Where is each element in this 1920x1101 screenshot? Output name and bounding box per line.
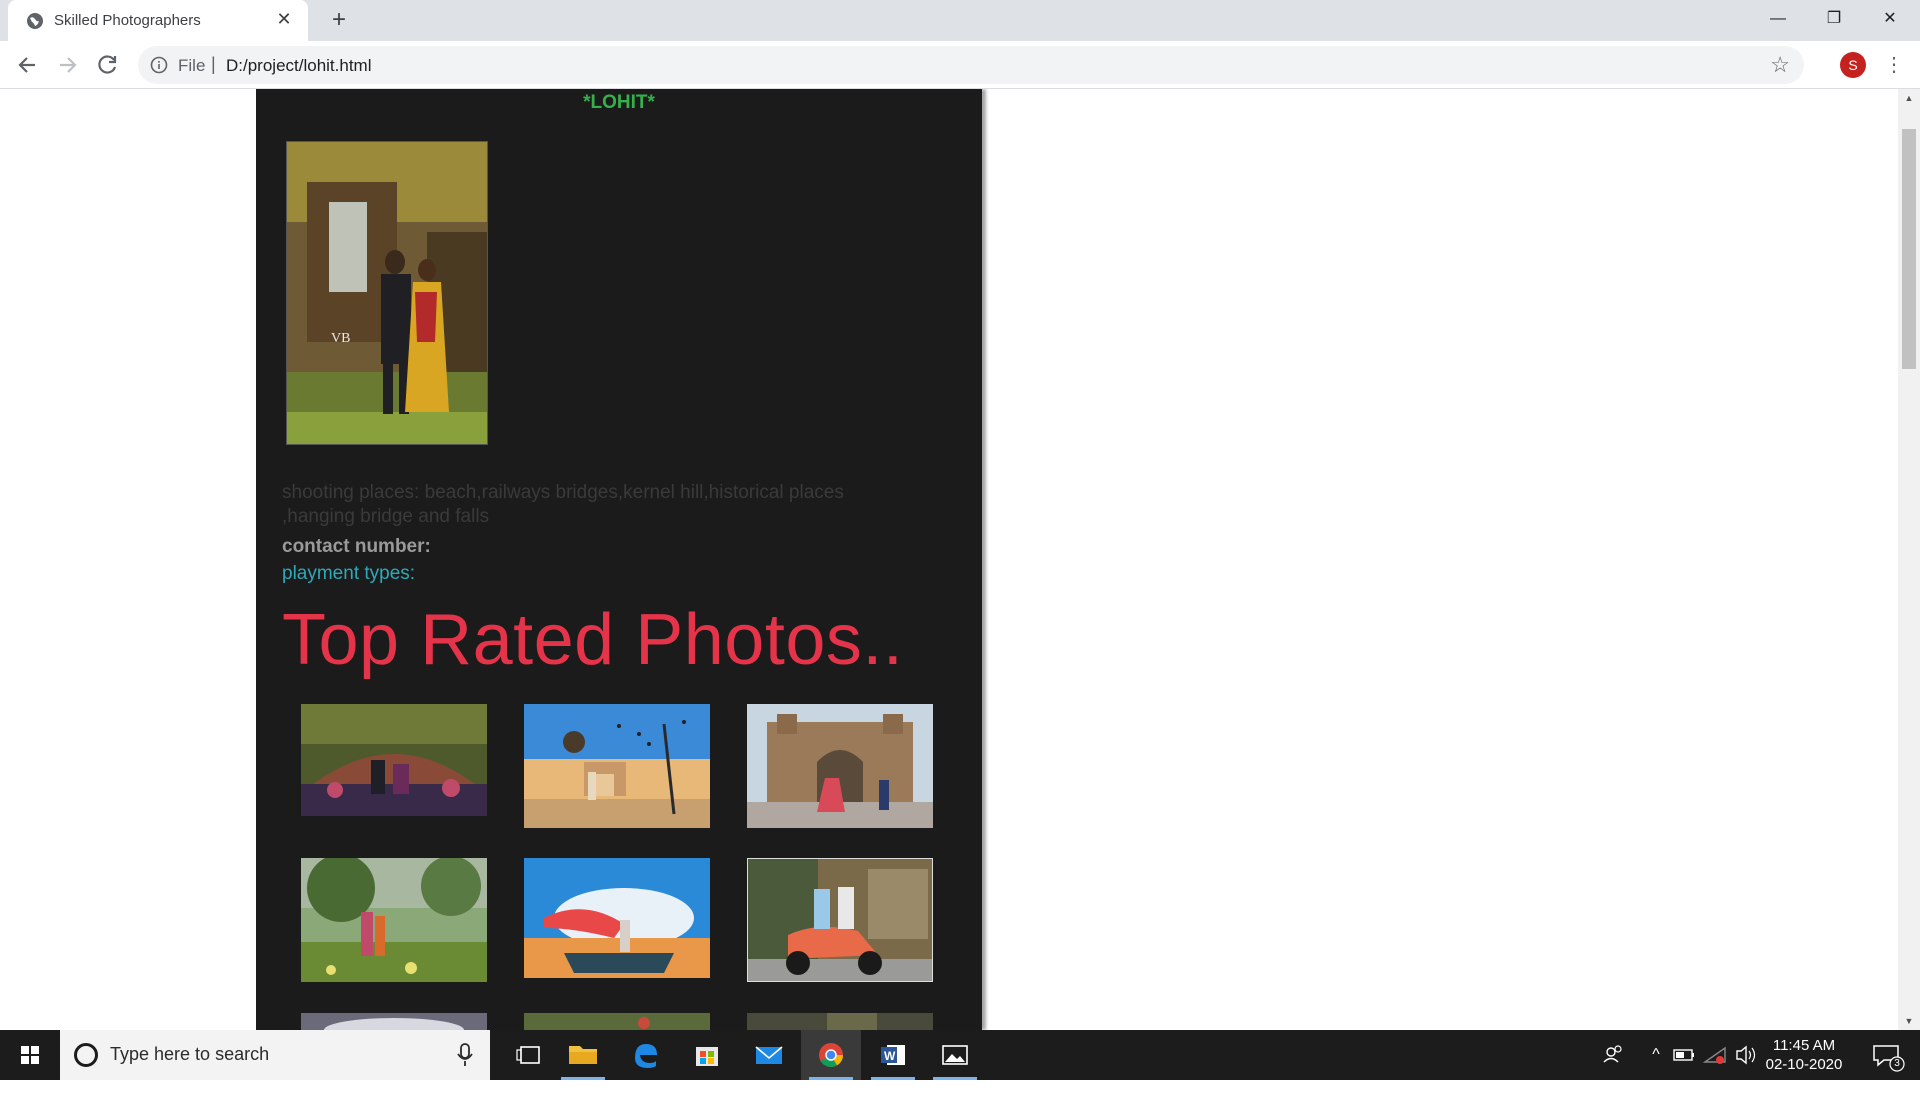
page-scrollbar[interactable]: ▲ ▼: [1898, 89, 1920, 1030]
task-view-icon[interactable]: [500, 1030, 560, 1080]
cortana-icon: [74, 1043, 98, 1067]
hero-photo: VB: [286, 141, 488, 445]
scroll-down-arrow-icon[interactable]: ▼: [1898, 1012, 1920, 1030]
clock-time: 11:45 AM: [1772, 1037, 1836, 1054]
tab-close-icon[interactable]: ✕: [274, 9, 294, 29]
action-center-icon[interactable]: 3: [1864, 1030, 1910, 1080]
address-bar[interactable]: File | D:/project/lohit.html ☆: [138, 46, 1804, 84]
svg-text:W: W: [884, 1049, 896, 1063]
scroll-up-arrow-icon[interactable]: ▲: [1898, 89, 1920, 107]
reload-icon[interactable]: [94, 51, 122, 79]
photos-icon[interactable]: [925, 1030, 985, 1080]
back-arrow-icon[interactable]: [13, 51, 41, 79]
gallery-photo[interactable]: [301, 704, 487, 816]
info-icon[interactable]: [150, 56, 168, 74]
tab-strip: Skilled Photographers ✕ + — ❐ ✕: [0, 0, 1920, 41]
chrome-icon[interactable]: [801, 1030, 861, 1080]
scrollbar-thumb[interactable]: [1902, 129, 1916, 369]
browser-menu-icon[interactable]: ⋮: [1884, 51, 1904, 79]
gallery-photo[interactable]: [747, 704, 933, 828]
shooting-places-text: shooting places: beach,railways bridges,…: [282, 482, 844, 527]
battery-icon[interactable]: [1670, 1030, 1698, 1080]
top-rated-heading: Top Rated Photos..: [282, 600, 904, 680]
clock-date: 02-10-2020: [1765, 1056, 1843, 1073]
tab-title: Skilled Photographers: [54, 12, 201, 29]
address-url[interactable]: D:/project/lohit.html: [226, 56, 372, 76]
contact-number-label: contact number:: [282, 536, 431, 557]
notification-count: 3: [1894, 1058, 1900, 1069]
browser-toolbar: File | D:/project/lohit.html ☆ S ⋮: [0, 41, 1920, 89]
gallery-photo[interactable]: [747, 1013, 933, 1030]
speaker-icon[interactable]: [1732, 1030, 1760, 1080]
windows-taskbar: Type here to search W ^ 11:45 AM 02-10-2…: [0, 1030, 1920, 1080]
brand-title: *LOHIT*: [583, 92, 655, 113]
gallery-photo[interactable]: [524, 704, 710, 828]
new-tab-button[interactable]: +: [325, 7, 353, 35]
mail-icon[interactable]: [739, 1030, 799, 1080]
word-icon[interactable]: W: [863, 1030, 923, 1080]
address-scheme: File: [178, 56, 206, 75]
taskbar-search-box[interactable]: Type here to search: [60, 1030, 490, 1080]
bookmark-star-icon[interactable]: ☆: [1770, 52, 1790, 78]
content-panel: *LOHIT* VB shooting places: beach,railwa…: [256, 89, 982, 1030]
gallery-photo[interactable]: [301, 1013, 487, 1030]
payment-types-label: playment types:: [282, 563, 416, 584]
profile-avatar[interactable]: S: [1840, 52, 1866, 78]
file-explorer-icon[interactable]: [553, 1030, 613, 1080]
globe-icon: [27, 13, 43, 29]
window-close-button[interactable]: ✕: [1862, 0, 1918, 38]
address-separator: |: [211, 54, 216, 74]
gallery-photo[interactable]: [747, 858, 933, 982]
svg-text:VB: VB: [331, 331, 350, 346]
maximize-button[interactable]: ❐: [1806, 0, 1862, 38]
gallery-photo[interactable]: [301, 858, 487, 982]
page-viewport: *LOHIT* VB shooting places: beach,railwa…: [0, 89, 1898, 1030]
taskbar-clock[interactable]: 11:45 AM 02-10-2020: [1762, 1036, 1846, 1074]
gallery-photo[interactable]: [524, 858, 710, 978]
windows-start-icon[interactable]: [0, 1030, 60, 1080]
gallery-photo[interactable]: [524, 1013, 710, 1030]
people-icon[interactable]: [1596, 1030, 1630, 1080]
network-icon[interactable]: [1700, 1030, 1730, 1080]
forward-arrow-icon[interactable]: [54, 51, 82, 79]
edge-browser-icon[interactable]: [615, 1030, 675, 1080]
search-placeholder: Type here to search: [110, 1044, 270, 1064]
browser-tab[interactable]: Skilled Photographers ✕: [8, 0, 308, 41]
microphone-icon[interactable]: [456, 1042, 474, 1068]
minimize-button[interactable]: —: [1750, 0, 1806, 38]
chevron-up-icon[interactable]: ^: [1644, 1030, 1668, 1080]
microsoft-store-icon[interactable]: [677, 1030, 737, 1080]
